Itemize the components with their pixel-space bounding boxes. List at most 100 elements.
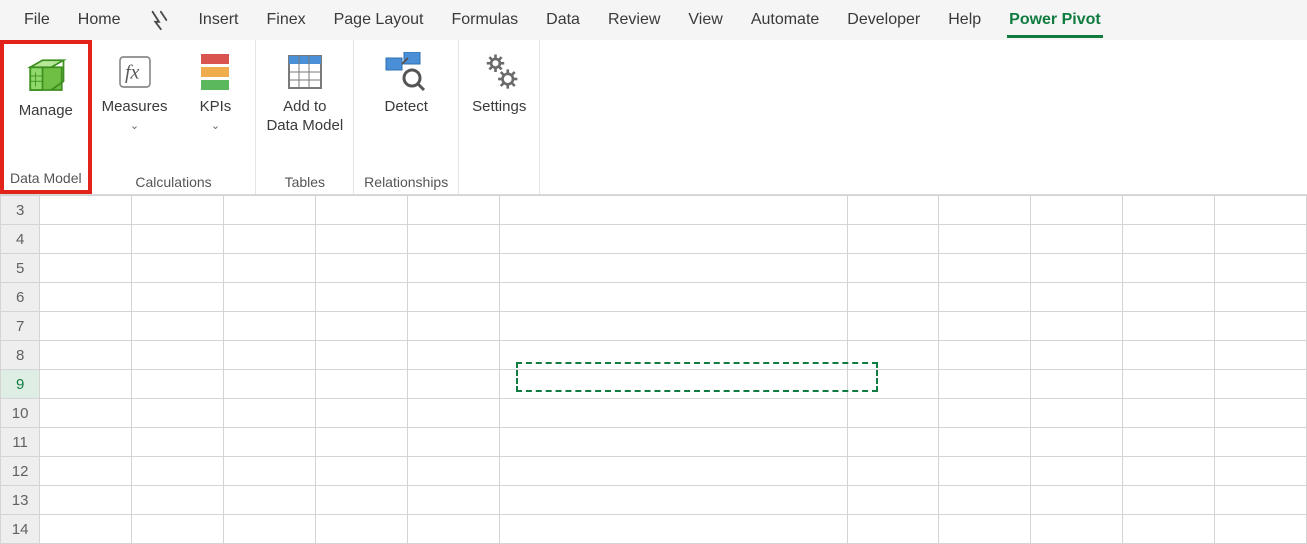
cell[interactable] xyxy=(40,254,132,283)
tab-home[interactable]: Home xyxy=(64,0,135,40)
cell[interactable] xyxy=(315,457,407,486)
cell[interactable] xyxy=(40,457,132,486)
cell[interactable] xyxy=(40,486,132,515)
cell[interactable] xyxy=(132,399,224,428)
grid-row[interactable]: 4 xyxy=(1,225,1307,254)
cell[interactable] xyxy=(315,428,407,457)
cell[interactable] xyxy=(132,486,224,515)
cell[interactable] xyxy=(1215,283,1307,312)
cell[interactable] xyxy=(939,341,1031,370)
cell[interactable] xyxy=(315,486,407,515)
cell[interactable] xyxy=(407,370,499,399)
row-header[interactable]: 14 xyxy=(1,515,40,544)
cell[interactable] xyxy=(1031,399,1123,428)
cell[interactable] xyxy=(132,341,224,370)
settings-button[interactable]: Settings xyxy=(469,46,529,117)
tab-automate[interactable]: Automate xyxy=(737,0,833,40)
cell[interactable] xyxy=(939,283,1031,312)
cell[interactable] xyxy=(939,225,1031,254)
cell[interactable] xyxy=(407,515,499,544)
cell[interactable] xyxy=(499,225,847,254)
cell[interactable] xyxy=(499,457,847,486)
cell[interactable] xyxy=(223,341,315,370)
cell[interactable] xyxy=(1215,312,1307,341)
cell[interactable] xyxy=(939,370,1031,399)
cell[interactable] xyxy=(315,312,407,341)
grid-row[interactable]: 3 xyxy=(1,196,1307,225)
cell[interactable] xyxy=(1215,486,1307,515)
cell-grid[interactable]: 34567891011121314 xyxy=(0,195,1307,544)
cell[interactable] xyxy=(40,312,132,341)
cell[interactable] xyxy=(223,370,315,399)
cell[interactable] xyxy=(1031,312,1123,341)
cell[interactable] xyxy=(847,515,939,544)
cell[interactable] xyxy=(223,283,315,312)
cell[interactable] xyxy=(939,486,1031,515)
kpis-button[interactable]: KPIs ⌄ xyxy=(185,46,245,132)
cell[interactable] xyxy=(407,399,499,428)
cell[interactable] xyxy=(132,457,224,486)
cell[interactable] xyxy=(499,515,847,544)
cell[interactable] xyxy=(132,428,224,457)
row-header[interactable]: 13 xyxy=(1,486,40,515)
cell[interactable] xyxy=(1123,428,1215,457)
cell[interactable] xyxy=(40,283,132,312)
tab-data[interactable]: Data xyxy=(532,0,594,40)
cell[interactable] xyxy=(1123,283,1215,312)
row-header[interactable]: 5 xyxy=(1,254,40,283)
tab-view[interactable]: View xyxy=(674,0,736,40)
cell[interactable] xyxy=(499,283,847,312)
row-header[interactable]: 12 xyxy=(1,457,40,486)
grid-row[interactable]: 12 xyxy=(1,457,1307,486)
cell[interactable] xyxy=(499,370,847,399)
cell[interactable] xyxy=(315,515,407,544)
cell[interactable] xyxy=(499,254,847,283)
grid-row[interactable]: 14 xyxy=(1,515,1307,544)
cell[interactable] xyxy=(40,515,132,544)
cell[interactable] xyxy=(132,283,224,312)
cell[interactable] xyxy=(1031,225,1123,254)
cell[interactable] xyxy=(499,341,847,370)
spreadsheet-area[interactable]: 34567891011121314 xyxy=(0,195,1307,544)
cell[interactable] xyxy=(1215,399,1307,428)
row-header[interactable]: 9 xyxy=(1,370,40,399)
cell[interactable] xyxy=(223,196,315,225)
cell[interactable] xyxy=(1031,370,1123,399)
cell[interactable] xyxy=(315,370,407,399)
cell[interactable] xyxy=(499,312,847,341)
cell[interactable] xyxy=(223,428,315,457)
cell[interactable] xyxy=(315,399,407,428)
cell[interactable] xyxy=(315,341,407,370)
cell[interactable] xyxy=(847,283,939,312)
cell[interactable] xyxy=(40,370,132,399)
cell[interactable] xyxy=(847,312,939,341)
cell[interactable] xyxy=(132,225,224,254)
cell[interactable] xyxy=(1215,428,1307,457)
cell[interactable] xyxy=(939,515,1031,544)
cell[interactable] xyxy=(1123,254,1215,283)
cell[interactable] xyxy=(1031,428,1123,457)
row-header[interactable]: 8 xyxy=(1,341,40,370)
row-header[interactable]: 4 xyxy=(1,225,40,254)
grid-row[interactable]: 10 xyxy=(1,399,1307,428)
cell[interactable] xyxy=(499,428,847,457)
cell[interactable] xyxy=(1031,254,1123,283)
tab-finex[interactable]: Finex xyxy=(252,0,319,40)
tab-copilot[interactable] xyxy=(134,0,184,40)
cell[interactable] xyxy=(1123,312,1215,341)
cell[interactable] xyxy=(40,225,132,254)
cell[interactable] xyxy=(939,399,1031,428)
cell[interactable] xyxy=(132,196,224,225)
tab-review[interactable]: Review xyxy=(594,0,674,40)
cell[interactable] xyxy=(939,457,1031,486)
cell[interactable] xyxy=(847,486,939,515)
cell[interactable] xyxy=(1123,196,1215,225)
cell[interactable] xyxy=(1031,515,1123,544)
manage-button[interactable]: Manage xyxy=(16,50,76,121)
cell[interactable] xyxy=(847,254,939,283)
cell[interactable] xyxy=(40,399,132,428)
tab-help[interactable]: Help xyxy=(934,0,995,40)
cell[interactable] xyxy=(1123,370,1215,399)
cell[interactable] xyxy=(499,196,847,225)
cell[interactable] xyxy=(132,254,224,283)
